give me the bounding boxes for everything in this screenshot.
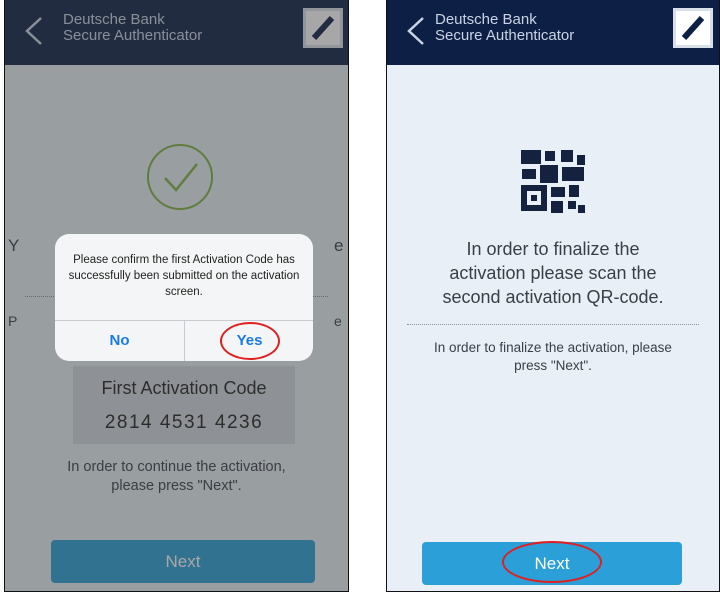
finalize-instruction: In order to finalize the activation, ple…	[434, 340, 672, 373]
highlight-ellipse	[220, 322, 280, 360]
main-content: In order to finalize the activation plea…	[387, 65, 719, 591]
back-chevron-icon[interactable]	[403, 16, 429, 46]
app-title-line1: Deutsche Bank	[435, 11, 537, 28]
highlight-ellipse	[502, 541, 602, 583]
app-title: Deutsche Bank Secure Authenticator	[435, 12, 574, 44]
phone-screen-right: Deutsche Bank Secure Authenticator In or…	[386, 0, 720, 592]
dotted-divider	[407, 324, 699, 325]
qr-code-icon	[521, 150, 585, 213]
phone-screen-left: Deutsche Bank Secure Authenticator Y e P…	[4, 0, 349, 592]
dialog-message: Please confirm the first Activation Code…	[68, 254, 300, 298]
app-title-line2: Secure Authenticator	[435, 27, 575, 44]
app-header: Deutsche Bank Secure Authenticator	[387, 0, 719, 65]
scan-headline: In order to finalize the activation plea…	[442, 239, 664, 307]
deutsche-bank-logo	[673, 8, 713, 48]
dialog-no-button[interactable]: No	[55, 320, 184, 361]
